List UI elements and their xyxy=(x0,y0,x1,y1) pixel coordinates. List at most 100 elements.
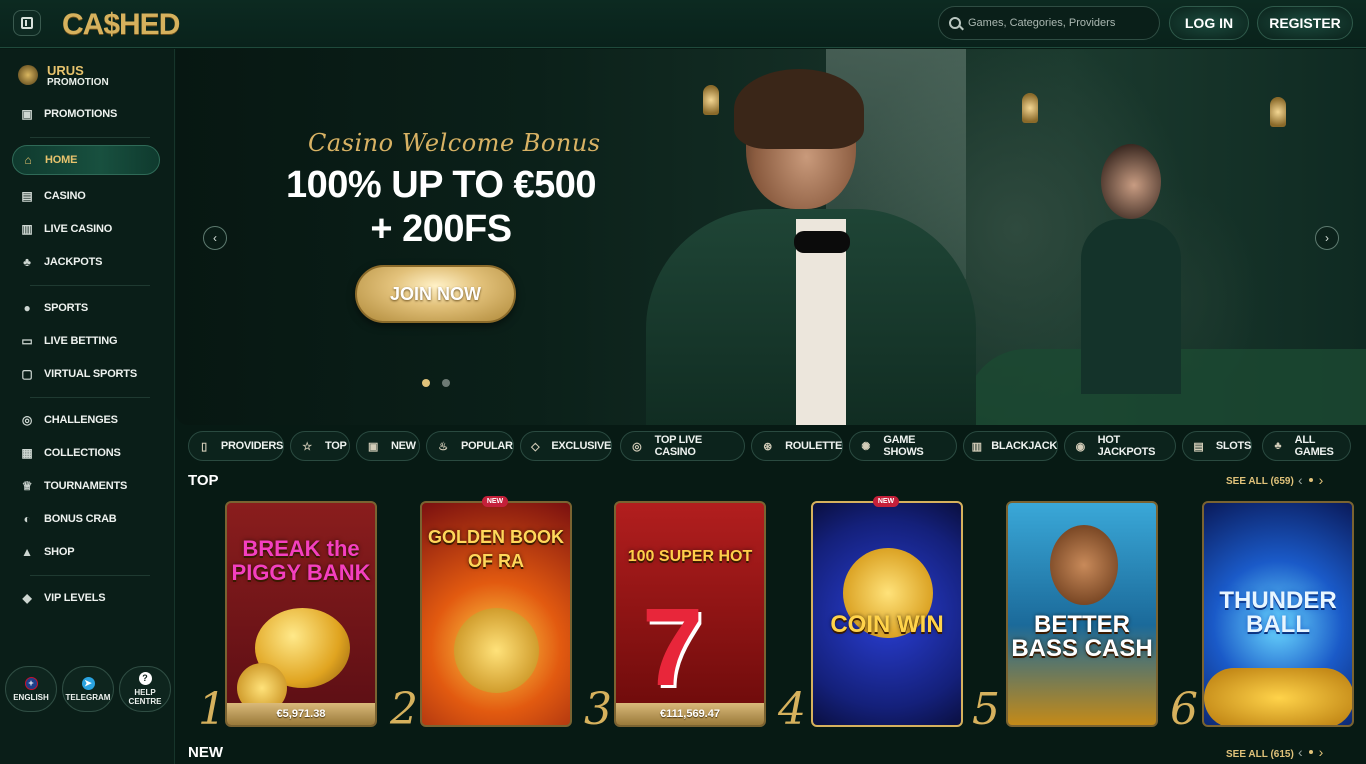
banner-subtitle: Casino Welcome Bonus xyxy=(308,129,601,157)
gift-icon: ▣ xyxy=(367,440,379,453)
category-new[interactable]: ▣ NEW xyxy=(356,431,420,461)
sidebar-item-casino[interactable]: ▤ CASINO xyxy=(12,181,160,211)
pager-dot xyxy=(1308,478,1313,482)
sidebar-item-sports[interactable]: ● SPORTS xyxy=(12,293,160,323)
help-centre-button[interactable]: ? HELP CENTRE xyxy=(119,666,171,712)
sidebar-divider xyxy=(30,137,150,138)
game-card[interactable]: 7 100 SUPER HOT €111,569.47 xyxy=(614,501,766,727)
slide-dot-active[interactable] xyxy=(422,379,430,387)
sidebar-bottom-buttons: + ENGLISH ➤ TELEGRAM ? HELP CENTRE xyxy=(5,666,171,712)
game-card[interactable]: COIN WIN xyxy=(811,501,963,727)
register-button[interactable]: REGISTER xyxy=(1257,6,1353,40)
claw-icon: ◐ xyxy=(23,512,31,526)
game-card[interactable]: BETTER BASS CASH xyxy=(1006,501,1158,727)
sidebar-item-label: LIVE CASINO xyxy=(44,223,113,235)
sidebar-item-live-betting[interactable]: ▭ LIVE BETTING xyxy=(12,326,160,356)
sidebar-divider xyxy=(30,575,150,576)
banner-prev-button[interactable]: ‹ xyxy=(203,226,227,250)
game-title: COIN WIN xyxy=(830,611,944,638)
slide-dot[interactable] xyxy=(442,379,450,387)
game-card[interactable]: THUNDER BALL xyxy=(1202,501,1354,727)
sidebar-item-label: PROMOTIONS xyxy=(44,108,118,120)
category-blackjack[interactable]: ▥ BLACKJACK xyxy=(963,431,1058,461)
sidebar-toggle-button[interactable] xyxy=(13,10,41,36)
sidebar-item-label: JACKPOTS xyxy=(44,256,103,268)
join-now-button[interactable]: JOIN NOW xyxy=(355,265,516,323)
sidebar-item-jackpots[interactable]: ♣ JACKPOTS xyxy=(12,247,160,277)
game-card[interactable]: BREAK the PIGGY BANK €5,971.38 xyxy=(225,501,377,727)
category-exclusive[interactable]: ◇ EXCLUSIVE xyxy=(520,431,612,461)
game-card[interactable]: GOLDEN BOOK OF RA xyxy=(420,501,572,727)
rank-number: 1 xyxy=(198,684,226,735)
category-top-live-casino[interactable]: ◎ TOP LIVE CASINO xyxy=(620,431,745,461)
sidebar-divider xyxy=(30,285,150,286)
seven-illustration: 7 xyxy=(642,586,704,709)
category-label: SLOTS xyxy=(1215,440,1251,452)
rank-number: 6 xyxy=(1170,684,1198,735)
chevron-left-icon[interactable]: ‹ xyxy=(1298,744,1303,760)
category-label: TOP xyxy=(325,440,347,452)
sidebar-item-label: LIVE BETTING xyxy=(44,335,118,347)
see-all-new-link[interactable]: SEE ALL (615) xyxy=(1226,749,1294,760)
category-label: NEW xyxy=(391,440,416,452)
login-button[interactable]: LOG IN xyxy=(1169,6,1249,40)
promo-subtitle: PROMOTION xyxy=(47,77,109,88)
live-icon: ▭ xyxy=(21,334,33,348)
sidebar-item-tournaments[interactable]: ♕ TOURNAMENTS xyxy=(12,471,160,501)
gift-icon: ▣ xyxy=(21,107,33,121)
hero-banner[interactable]: Casino Welcome Bonus 100% UP TO €500 + 2… xyxy=(176,49,1366,425)
sidebar-item-collections[interactable]: ▦ COLLECTIONS xyxy=(12,438,160,468)
search-box[interactable] xyxy=(938,6,1160,40)
roulette-icon: ⊛ xyxy=(763,440,773,453)
sidebar-item-live-casino[interactable]: ▥ LIVE CASINO xyxy=(12,214,160,244)
gold-coins-illustration xyxy=(1204,668,1352,725)
sidebar-item-virtual-sports[interactable]: ▢ VIRTUAL SPORTS xyxy=(12,359,160,389)
telegram-button[interactable]: ➤ TELEGRAM xyxy=(62,666,114,712)
sidebar-item-label: CHALLENGES xyxy=(44,414,118,426)
see-all-top-link[interactable]: SEE ALL (659) xyxy=(1226,476,1294,487)
game-title: BETTER BASS CASH xyxy=(1011,611,1153,662)
category-slots[interactable]: ▤ SLOTS xyxy=(1182,431,1252,461)
help-icon: ? xyxy=(138,672,152,685)
chevron-right-icon[interactable]: › xyxy=(1319,744,1324,760)
category-all-games[interactable]: ♣ ALL GAMES xyxy=(1262,431,1351,461)
fisherman-illustration xyxy=(1050,525,1118,605)
promo-title: URUS xyxy=(47,63,84,78)
banner-headline-line2: + 200FS xyxy=(370,208,512,250)
rank-number: 4 xyxy=(778,684,806,735)
cashed-logo[interactable]: CA$HED xyxy=(62,8,180,42)
category-label: BLACKJACK xyxy=(991,440,1057,452)
game-title: THUNDER BALL xyxy=(1219,587,1337,638)
new-badge: NEW xyxy=(482,496,508,507)
sidebar-item-home[interactable]: ⌂ HOME xyxy=(12,145,160,175)
sidebar-item-label: SHOP xyxy=(44,546,75,558)
lamborghini-emblem-icon xyxy=(18,65,38,85)
language-button[interactable]: + ENGLISH xyxy=(5,666,57,712)
sidebar-divider xyxy=(30,397,150,398)
sidebar-item-promotions[interactable]: ▣ PROMOTIONS xyxy=(12,99,160,129)
category-popular[interactable]: ♨ POPULAR xyxy=(426,431,514,461)
pager-dot xyxy=(1308,750,1313,754)
rank-number: 5 xyxy=(972,684,1000,735)
search-input[interactable] xyxy=(968,17,1143,29)
category-game-shows[interactable]: ✺ GAME SHOWS xyxy=(849,431,957,461)
chevron-right-icon[interactable]: › xyxy=(1319,472,1324,488)
sidebar-item-bonus-crab[interactable]: ◐ BONUS CRAB xyxy=(12,504,160,534)
game-title: 100 SUPER HOT xyxy=(627,548,753,565)
category-top[interactable]: ☆ TOP xyxy=(290,431,350,461)
category-hot-jackpots[interactable]: ◉ HOT JACKPOTS xyxy=(1064,431,1176,461)
sidebar-item-shop[interactable]: ▲ SHOP xyxy=(12,537,160,567)
coin-flame-icon: ◉ xyxy=(1075,440,1086,453)
new-pager: ‹ › xyxy=(1298,744,1323,760)
sidebar: URUS PROMOTION ▣ PROMOTIONS ⌂ HOME ▤ CAS… xyxy=(0,49,175,764)
category-roulette[interactable]: ⊛ ROULETTE xyxy=(751,431,843,461)
sidebar-item-challenges[interactable]: ◎ CHALLENGES xyxy=(12,405,160,435)
sidebar-item-vip-levels[interactable]: ◆ VIP LEVELS xyxy=(12,583,160,613)
chevron-left-icon[interactable]: ‹ xyxy=(1298,472,1303,488)
category-providers[interactable]: ▯ PROVIDERS xyxy=(188,431,284,461)
wheel-icon: ✺ xyxy=(861,440,871,453)
rank-number: 3 xyxy=(584,684,612,735)
banner-next-button[interactable]: › xyxy=(1315,226,1339,250)
section-title-new: NEW xyxy=(188,744,223,761)
star-icon: ☆ xyxy=(302,440,312,453)
